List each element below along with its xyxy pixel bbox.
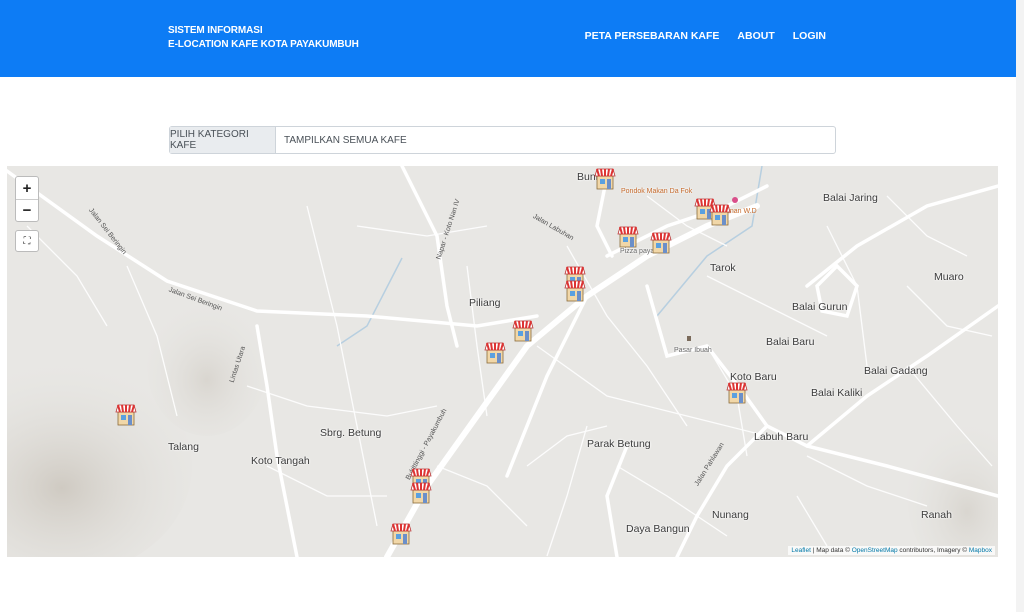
- place-label: Ranah: [921, 509, 952, 521]
- place-label: Balai Gurun: [792, 301, 848, 313]
- category-select[interactable]: TAMPILKAN SEMUA KAFE: [276, 127, 835, 153]
- nav-about[interactable]: ABOUT: [737, 30, 774, 42]
- mapbox-link[interactable]: Mapbox: [969, 547, 992, 554]
- map-attribution: Leaflet | Map data © OpenStreetMap contr…: [788, 546, 995, 555]
- brand[interactable]: SISTEM INFORMASI E-LOCATION KAFE KOTA PA…: [168, 24, 359, 52]
- category-filter-label: PILIH KATEGORI KAFE: [170, 127, 276, 153]
- osm-link[interactable]: OpenStreetMap: [852, 547, 898, 554]
- place-label: Nunang: [712, 509, 749, 521]
- brand-line-2: E-LOCATION KAFE KOTA PAYAKUMBUH: [168, 39, 359, 50]
- nav-links: PETA PERSEBARAN KAFE ABOUT LOGIN: [585, 30, 826, 42]
- zoom-out-button[interactable]: −: [16, 199, 38, 221]
- cafe-shop-icon[interactable]: [484, 340, 506, 364]
- cafe-shop-icon[interactable]: [564, 278, 586, 302]
- cafe-shop-icon[interactable]: [512, 318, 534, 342]
- place-label: Pondok Makan Da Fok: [621, 188, 693, 195]
- cafe-shop-icon[interactable]: [650, 230, 672, 254]
- cafe-shop-icon[interactable]: [617, 224, 639, 248]
- place-label: Sbrg. Betung: [320, 427, 382, 439]
- place-label: Labuh Baru: [754, 431, 809, 443]
- nav-login[interactable]: LOGIN: [793, 30, 826, 42]
- place-label: Balai Jaring: [823, 192, 878, 204]
- navbar: SISTEM INFORMASI E-LOCATION KAFE KOTA PA…: [0, 0, 1016, 77]
- place-label: Balai Baru: [766, 336, 815, 348]
- category-filter: PILIH KATEGORI KAFE TAMPILKAN SEMUA KAFE: [169, 126, 836, 154]
- zoom-control: + −: [15, 176, 39, 222]
- cafe-shop-icon[interactable]: [594, 166, 616, 190]
- window-edge: [1016, 0, 1024, 612]
- place-label: Balai Kaliki: [811, 387, 863, 399]
- brand-line-1: SISTEM INFORMASI: [168, 25, 263, 36]
- cafe-shop-icon[interactable]: [410, 480, 432, 504]
- fullscreen-icon[interactable]: ⛶: [15, 230, 39, 252]
- nav-peta-persebaran[interactable]: PETA PERSEBARAN KAFE: [585, 30, 720, 42]
- cafe-shop-icon[interactable]: [390, 521, 412, 545]
- map[interactable]: + − ⛶ Jalan Sei Beringin Jalan Sei Berin…: [7, 166, 998, 557]
- zoom-in-button[interactable]: +: [16, 177, 38, 199]
- cafe-shop-icon[interactable]: [709, 202, 731, 226]
- place-label: Talang: [168, 441, 199, 453]
- cafe-shop-icon[interactable]: [115, 402, 137, 426]
- place-label: Pasar Ibuah: [674, 347, 712, 354]
- place-label: Balai Gadang: [864, 365, 928, 377]
- place-label: Parak Betung: [587, 438, 651, 450]
- attribution-text: | Map data ©: [810, 547, 852, 554]
- cafe-shop-icon[interactable]: [726, 380, 748, 404]
- place-label: Koto Tangah: [251, 455, 310, 467]
- place-label: Piliang: [469, 297, 501, 309]
- place-label: Tarok: [710, 262, 736, 274]
- attribution-mid: contributors, Imagery ©: [897, 547, 969, 554]
- leaflet-link[interactable]: Leaflet: [791, 547, 811, 554]
- place-label: Muaro: [934, 271, 964, 283]
- place-label: Daya Bangun: [626, 523, 690, 535]
